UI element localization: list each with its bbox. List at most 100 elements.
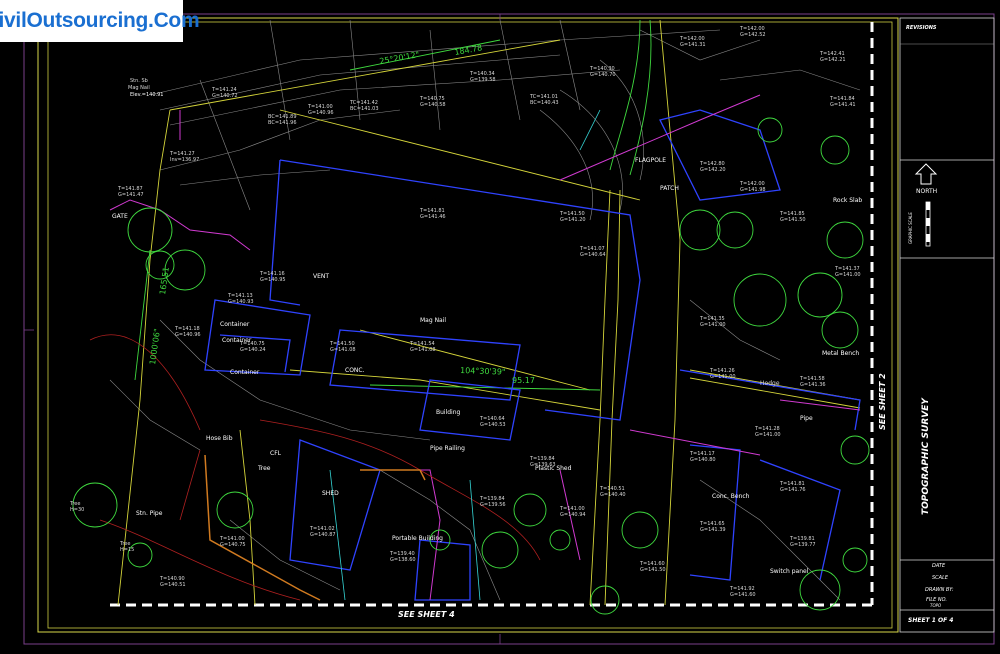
svg-text:G=141.00: G=141.00 (700, 322, 726, 328)
label-stn-pipe: Stn. Pipe (136, 510, 163, 517)
label-patch: PATCH (660, 185, 679, 192)
drawn-by-label: DRAWN BY: (925, 587, 954, 593)
label-conc: CONC. (345, 367, 365, 374)
scale-label: SCALE (932, 575, 949, 581)
svg-text:G=141.76: G=141.76 (780, 487, 806, 493)
label-hedge: Hedge (760, 380, 780, 387)
logo-text: CivilOutsourcing.Com (0, 9, 200, 32)
svg-text:Inv=136.97: Inv=136.97 (170, 157, 199, 163)
svg-text:G=140.87: G=140.87 (310, 532, 336, 538)
svg-text:BC=141.03: BC=141.03 (350, 106, 379, 112)
watermark-logo: CivilOutsourcing.Com (0, 0, 200, 42)
label-portable-building: Portable Building (392, 535, 443, 542)
svg-text:G=140.72: G=140.72 (212, 93, 238, 99)
svg-text:G=140.53: G=140.53 (480, 422, 506, 428)
label-vent: VENT (313, 273, 329, 280)
label-hose-bib: Hose Bib (206, 435, 233, 442)
label-pipe-railing: Pipe Railing (430, 445, 465, 452)
label-cfl: CFL (270, 450, 282, 457)
svg-text:G=139.58: G=139.58 (470, 77, 496, 83)
see-sheet-2-label: SEE SHEET 2 (878, 373, 887, 430)
svg-text:G=140.80: G=140.80 (690, 457, 716, 463)
svg-text:G=141.00: G=141.00 (755, 432, 781, 438)
svg-text:G=141.20: G=141.20 (560, 217, 586, 223)
svg-text:G=141.50: G=141.50 (640, 567, 666, 573)
label-pipe: Pipe (800, 415, 813, 422)
svg-text:G=140.40: G=140.40 (600, 492, 626, 498)
svg-text:G=138.60: G=138.60 (390, 557, 416, 563)
label-conc-bench: Conc. Bench (712, 493, 750, 500)
label-tree: Tree (257, 465, 271, 472)
svg-text:G=140.93: G=140.93 (228, 299, 254, 305)
svg-text:G=141.50: G=141.50 (780, 217, 806, 223)
svg-text:G=142.20: G=142.20 (700, 167, 726, 173)
label-shed: SHED (322, 490, 339, 497)
svg-text:G=140.64: G=140.64 (580, 252, 606, 258)
label-flagpole: FLAGPOLE (635, 157, 666, 164)
svg-text:G=140.96: G=140.96 (308, 110, 334, 116)
revisions-heading: REVISIONS (906, 25, 937, 31)
label-container-2: Container (222, 337, 252, 344)
label-gate: GATE (112, 213, 128, 220)
utility-lines (109, 94, 861, 601)
label-elev: Elev.=140.91 (130, 92, 163, 98)
label-mag-nail: Mag Nail (420, 317, 446, 324)
label-switch-panel: Switch panel (770, 568, 809, 575)
graphic-scale-label: GRAPHIC SCALE (908, 212, 913, 244)
svg-text:G=141.47: G=141.47 (118, 192, 144, 198)
svg-text:Stn. Sb: Stn. Sb (130, 78, 148, 84)
sheet-border-inner (37, 17, 899, 633)
svg-text:G=141.98: G=141.98 (740, 187, 766, 193)
svg-text:Mag Nail: Mag Nail (128, 85, 150, 91)
svg-text:G=140.95: G=140.95 (260, 277, 286, 283)
drawing-title: TOPOGRAPHIC SURVEY (921, 397, 931, 515)
svg-text:G=140.75: G=140.75 (220, 542, 246, 548)
see-sheet-4-label: SEE SHEET 4 (398, 610, 455, 619)
svg-text:G=141.31: G=141.31 (680, 42, 706, 48)
svg-text:G=140.24: G=140.24 (240, 347, 266, 353)
svg-text:BC=140.43: BC=140.43 (530, 100, 559, 106)
svg-text:G=139.77: G=139.77 (790, 542, 816, 548)
label-bearing-2: 104°30'39" (460, 366, 506, 377)
svg-text:G=141.00: G=141.00 (835, 272, 861, 278)
svg-text:G=141.41: G=141.41 (830, 102, 856, 108)
svg-text:G=141.39: G=141.39 (700, 527, 726, 533)
label-bearing-3: 1000'06" (148, 328, 162, 365)
svg-text:H=15: H=15 (120, 547, 134, 553)
north-label: NORTH (916, 188, 937, 195)
topo-label: TOPO (930, 603, 941, 608)
svg-text:G=141.46: G=141.46 (420, 214, 446, 220)
svg-text:G=140.58: G=140.58 (420, 102, 446, 108)
svg-text:H=30: H=30 (70, 507, 84, 513)
spot-elevations: Stn. SbMag Nail T=141.24G=140.72 BC=141.… (69, 26, 861, 598)
svg-text:G=142.52: G=142.52 (740, 32, 766, 38)
svg-text:G=140.51: G=140.51 (160, 582, 186, 588)
existing-contours (109, 19, 861, 601)
svg-text:G=142.21: G=142.21 (820, 57, 846, 63)
label-container-1: Container (220, 321, 250, 328)
svg-text:G=140.94: G=140.94 (560, 512, 586, 518)
label-metal-bench: Metal Bench (822, 350, 859, 357)
svg-text:G=141.08: G=141.08 (330, 347, 356, 353)
sheet-number: SHEET 1 OF 4 (908, 617, 953, 624)
svg-text:G=140.70: G=140.70 (590, 72, 616, 78)
label-building: Building (436, 409, 461, 416)
svg-text:G=141.36: G=141.36 (800, 382, 826, 388)
graphic-scale-icon (925, 201, 931, 247)
label-container-3: Container (230, 369, 260, 376)
svg-text:G=141.60: G=141.60 (730, 592, 756, 598)
svg-text:G=141.08: G=141.08 (410, 347, 436, 353)
survey-drawing: Stn. SbMag Nail T=141.24G=140.72 BC=141.… (23, 13, 995, 645)
label-bearing-1: 25°20'12" (379, 50, 420, 66)
svg-text:G=140.96: G=140.96 (175, 332, 201, 338)
svg-text:G=141.00: G=141.00 (710, 374, 736, 380)
svg-text:BC=141.96: BC=141.96 (268, 120, 297, 126)
date-label: DATE (932, 563, 946, 569)
label-distance-2: 95.17 (512, 376, 535, 385)
label-plastic-shed: Plastic Shed (535, 465, 572, 472)
title-block: REVISIONS NORTH GRAPHIC SCALE TOPOGRAPHI… (899, 17, 995, 633)
label-rock-slab: Rock Slab (833, 197, 862, 204)
property-lines (117, 19, 861, 606)
north-arrow-icon (914, 163, 938, 185)
label-distance-3: 165.51 (158, 266, 171, 295)
